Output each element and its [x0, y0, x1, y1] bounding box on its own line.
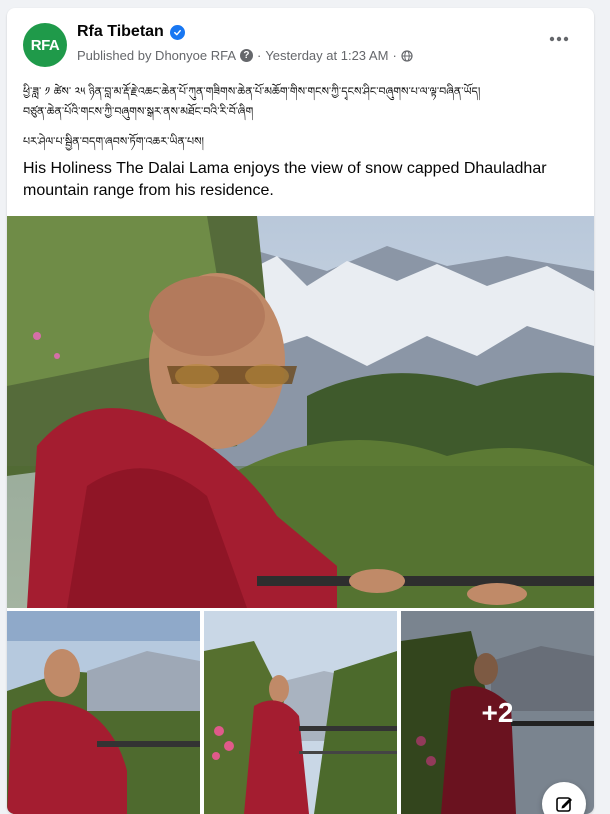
globe-icon — [401, 49, 413, 62]
post-header: RFA Rfa Tibetan Published by Dhonyoe RFA… — [7, 8, 594, 78]
page-name-row: Rfa Tibetan — [77, 23, 185, 41]
published-by[interactable]: Published by Dhonyoe RFA — [77, 48, 236, 63]
tibetan-caption-line-1: ཕྱི་ཟླ་ ༡ ཚེས་ ༢༥ ཉིན་བླ་མ་རྡོ་རྗེ་འཆང་ཆ… — [23, 85, 481, 98]
thumbnail-photo-2[interactable] — [204, 611, 397, 814]
photo-gallery: +2 — [7, 216, 594, 814]
avatar-text: RFA — [30, 36, 60, 54]
main-photo[interactable] — [7, 216, 594, 608]
post-meta: Published by Dhonyoe RFA ? · Yesterday a… — [77, 48, 413, 63]
english-caption: His Holiness The Dalai Lama enjoys the v… — [23, 160, 547, 199]
more-options-icon[interactable] — [546, 30, 572, 48]
avatar[interactable]: RFA — [23, 23, 67, 67]
meta-separator-1: · — [256, 48, 262, 63]
post-card: RFA Rfa Tibetan Published by Dhonyoe RFA… — [7, 8, 594, 814]
verified-badge-icon — [169, 24, 185, 40]
info-question-icon[interactable]: ? — [239, 49, 253, 62]
meta-separator-2: · — [392, 48, 397, 63]
thumbnail-photo-1[interactable] — [7, 611, 200, 814]
timestamp[interactable]: Yesterday at 1:23 AM — [265, 48, 388, 63]
tibetan-caption-line-2: བཙུན་ཆེན་པོའི་གངས་ཀྱི་བཞུགས་སྒར་ནས་མཐོང་… — [23, 105, 254, 118]
page-name[interactable]: Rfa Tibetan — [77, 23, 164, 41]
tibetan-caption-line-3: པར་ཤེལ་པ་སྦྱིན་བདག་ཞབས་ཏོག་འཆར་ཡིན་པས། — [23, 135, 204, 148]
